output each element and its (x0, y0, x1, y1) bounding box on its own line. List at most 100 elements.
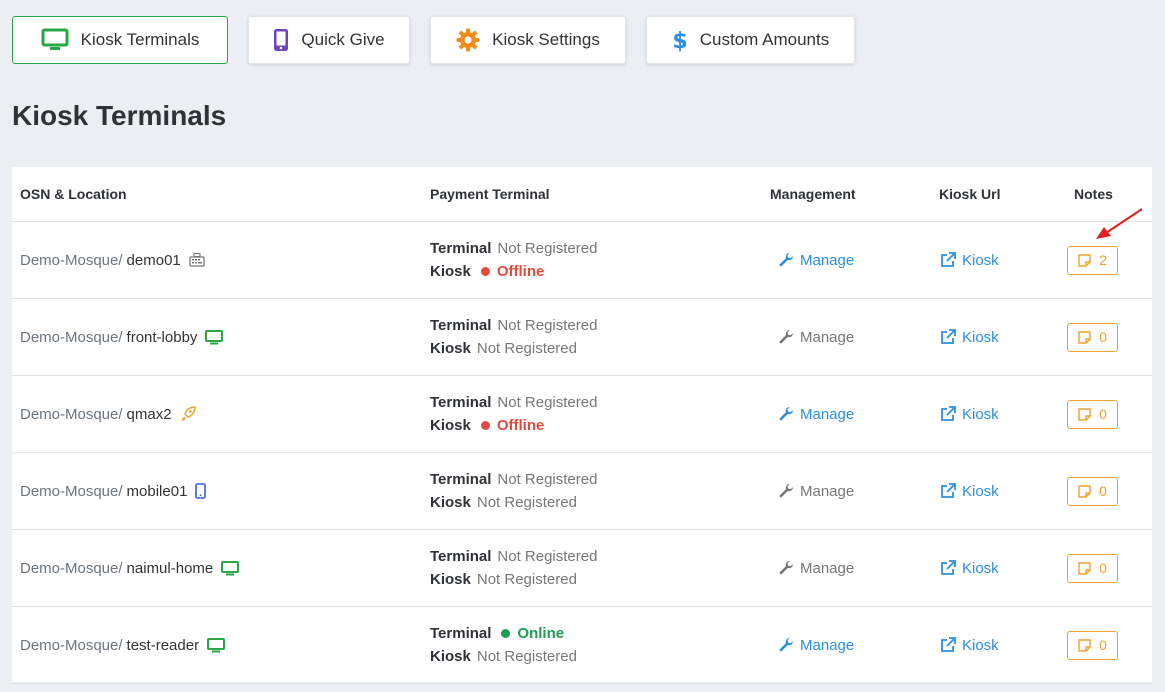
osn-location: Demo-Mosque/ mobile01 (20, 453, 207, 529)
tab-kiosk-settings[interactable]: Kiosk Settings (430, 16, 626, 64)
dollar-icon: $ (672, 27, 688, 53)
osn-name: test-reader (126, 636, 200, 654)
terminal-status: Not Registered (497, 316, 598, 334)
notes-count: 0 (1099, 560, 1107, 576)
osn-prefix: Demo-Mosque/ (20, 482, 123, 500)
osn-prefix: Demo-Mosque/ (20, 559, 123, 577)
terminal-line: Terminal Not Registered (430, 394, 597, 412)
kiosk-status: Offline (496, 262, 545, 280)
terminal-label: Terminal (430, 239, 492, 257)
sticky-note-icon (1078, 253, 1091, 267)
tab-custom-amounts[interactable]: $ Custom Amounts (646, 16, 855, 64)
kiosk-url-link[interactable]: Kiosk (940, 252, 999, 269)
notes-count: 0 (1099, 483, 1107, 499)
notes-button[interactable]: 0 (1067, 476, 1118, 506)
tab-quick-give[interactable]: Quick Give (248, 16, 410, 64)
terminal-status: Not Registered (497, 547, 598, 565)
kiosk-link-label: Kiosk (962, 636, 999, 654)
manage-link[interactable]: Manage (778, 560, 854, 577)
table-row: Demo-Mosque/ test-reader Terminal Online… (12, 607, 1152, 684)
kiosk-url-link[interactable]: Kiosk (940, 483, 999, 500)
status-dot-offline (480, 421, 490, 430)
kiosk-line: Kiosk Not Registered (430, 340, 577, 358)
monitor-icon (207, 637, 226, 653)
tab-kiosk-terminals[interactable]: Kiosk Terminals (12, 16, 228, 64)
payment-terminal: Terminal Not Registered Kiosk Offline (430, 376, 597, 452)
osn-location: Demo-Mosque/ front-lobby (20, 299, 224, 375)
terminal-status: Not Registered (497, 239, 598, 257)
notes-count: 0 (1099, 637, 1107, 653)
manage-link[interactable]: Manage (778, 252, 854, 269)
terminal-label: Terminal (430, 624, 492, 642)
tab-bar: Kiosk Terminals Quick Give Kiosk Setting… (12, 16, 855, 64)
kiosk-line: Kiosk Offline (430, 263, 544, 281)
notes-button[interactable]: 0 (1067, 553, 1118, 583)
osn-location: Demo-Mosque/ test-reader (20, 607, 226, 683)
table-row: Demo-Mosque/ front-lobby Terminal Not Re… (12, 299, 1152, 376)
manage-link[interactable]: Manage (778, 637, 854, 654)
notes-count: 0 (1099, 329, 1107, 345)
terminal-status: Not Registered (497, 393, 598, 411)
status-dot-online (501, 629, 511, 638)
kiosk-link-label: Kiosk (962, 328, 999, 346)
annotation-arrow (1096, 208, 1143, 239)
manage-link[interactable]: Manage (778, 483, 854, 500)
kiosk-label: Kiosk (430, 262, 471, 280)
wrench-icon (778, 329, 794, 345)
kiosk-label: Kiosk (430, 493, 471, 511)
table-row: Demo-Mosque/ demo01 Terminal Not Registe… (12, 222, 1152, 299)
manage-link[interactable]: Manage (778, 329, 854, 346)
notes-button[interactable]: 0 (1067, 399, 1118, 429)
kiosk-url-link[interactable]: Kiosk (940, 560, 999, 577)
wrench-icon (778, 637, 794, 653)
keyboard-icon (189, 253, 205, 267)
table-row: Demo-Mosque/ mobile01 Terminal Not Regis… (12, 453, 1152, 530)
kiosk-url-link[interactable]: Kiosk (940, 637, 999, 654)
kiosk-line: Kiosk Not Registered (430, 494, 577, 512)
notes-count: 0 (1099, 406, 1107, 422)
kiosk-link-label: Kiosk (962, 251, 999, 269)
terminal-label: Terminal (430, 547, 492, 565)
kiosk-label: Kiosk (430, 339, 471, 357)
terminal-line: Terminal Not Registered (430, 471, 597, 489)
kiosk-link-label: Kiosk (962, 405, 999, 423)
terminal-label: Terminal (430, 393, 492, 411)
sticky-note-icon (1078, 638, 1091, 652)
manage-label: Manage (800, 482, 855, 500)
manage-link[interactable]: Manage (778, 406, 854, 423)
monitor-icon (41, 28, 69, 52)
terminal-status: Online (517, 624, 565, 642)
kiosk-link-label: Kiosk (962, 559, 999, 577)
tab-label: Kiosk Settings (492, 30, 600, 49)
status-dot-offline (480, 267, 490, 276)
sticky-note-icon (1078, 561, 1091, 575)
terminal-label: Terminal (430, 470, 492, 488)
payment-terminal: Terminal Not Registered Kiosk Offline (430, 222, 597, 298)
notes-button[interactable]: 0 (1067, 630, 1118, 660)
table-body: Demo-Mosque/ demo01 Terminal Not Registe… (12, 222, 1152, 684)
external-link-icon (940, 483, 956, 499)
manage-label: Manage (800, 559, 855, 577)
terminal-label: Terminal (430, 316, 492, 334)
osn-location: Demo-Mosque/ demo01 (20, 222, 205, 298)
terminal-line: Terminal Not Registered (430, 240, 597, 258)
sticky-note-icon (1078, 407, 1091, 421)
rocket-icon (180, 406, 196, 422)
kiosk-url-link[interactable]: Kiosk (940, 406, 999, 423)
osn-name: front-lobby (126, 328, 198, 346)
osn-name: naimul-home (126, 559, 214, 577)
kiosk-line: Kiosk Not Registered (430, 648, 577, 666)
terminal-line: Terminal Not Registered (430, 317, 597, 335)
header-notes: Notes (1074, 186, 1113, 202)
kiosk-status: Not Registered (476, 570, 577, 588)
header-osn: OSN & Location (20, 186, 127, 202)
notes-button[interactable]: 2 (1067, 245, 1118, 275)
tab-label: Custom Amounts (699, 30, 830, 49)
osn-name: demo01 (126, 251, 181, 269)
kiosk-url-link[interactable]: Kiosk (940, 329, 999, 346)
wrench-icon (778, 406, 794, 422)
external-link-icon (940, 329, 956, 345)
notes-button[interactable]: 0 (1067, 322, 1118, 352)
manage-label: Manage (800, 328, 855, 346)
kiosk-status: Not Registered (476, 493, 577, 511)
